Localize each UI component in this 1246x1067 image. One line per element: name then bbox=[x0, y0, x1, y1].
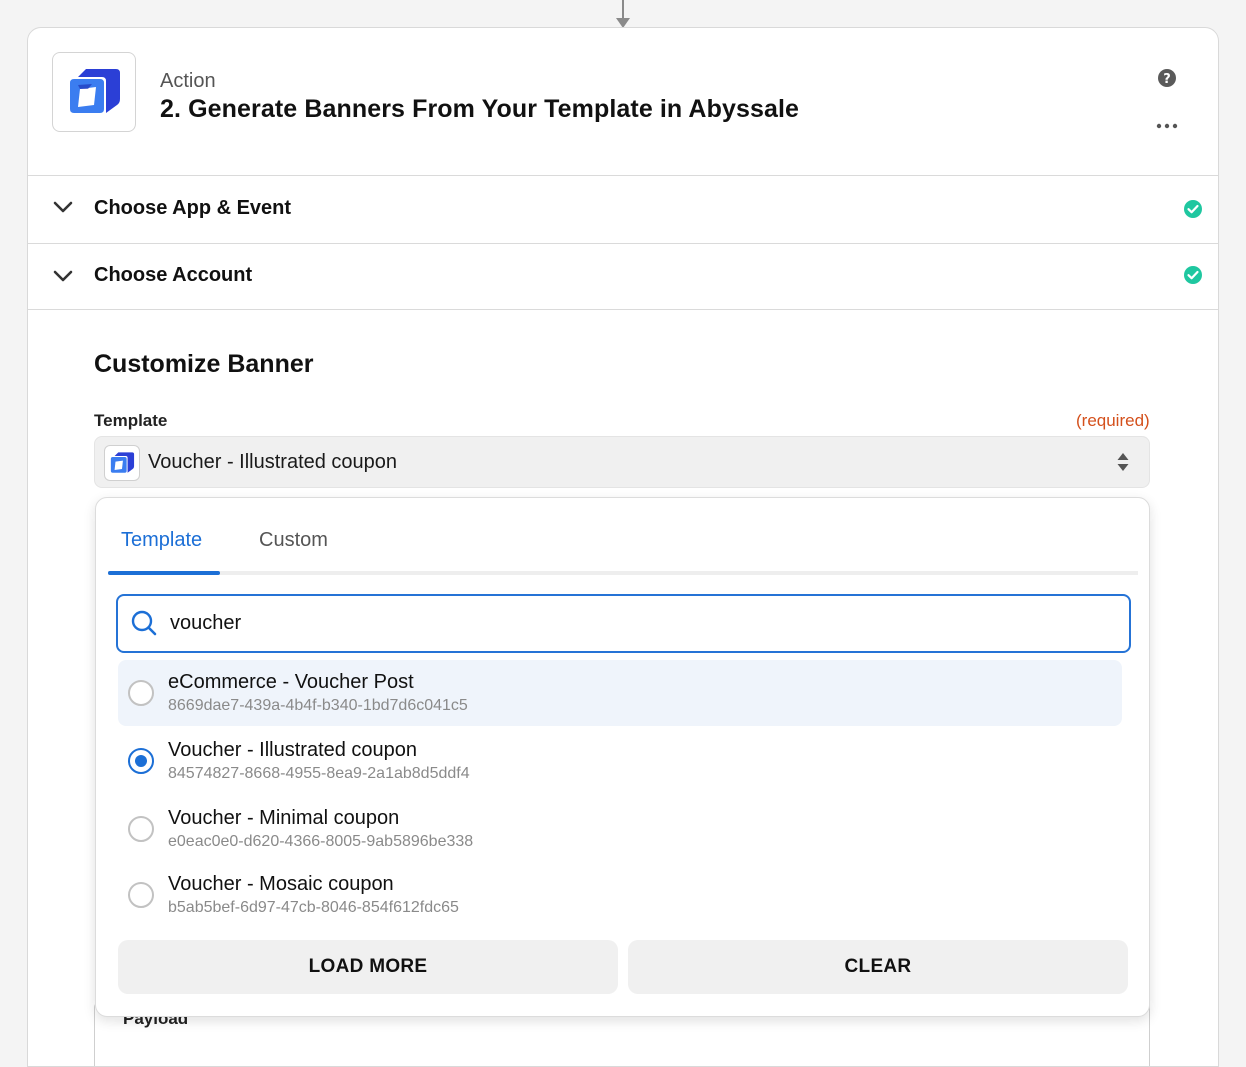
template-field-label: Template bbox=[94, 411, 168, 430]
step-kind-label: Action bbox=[160, 70, 216, 92]
abyssale-logo-icon bbox=[110, 452, 135, 473]
section-choose-account[interactable]: Choose Account bbox=[28, 244, 1218, 310]
template-option[interactable]: eCommerce - Voucher Post 8669dae7-439a-4… bbox=[118, 660, 1122, 726]
abyssale-logo bbox=[104, 445, 140, 481]
option-title: Voucher - Illustrated coupon bbox=[168, 739, 418, 761]
tab-custom[interactable]: Custom bbox=[259, 529, 328, 552]
required-indicator: (required) bbox=[1076, 411, 1150, 430]
option-id: e0eac0e0-d620-4366-8005-9ab5896be338 bbox=[168, 833, 474, 850]
tab-template[interactable]: Template bbox=[121, 529, 202, 552]
search-icon bbox=[131, 610, 157, 636]
option-id: b5ab5bef-6d97-47cb-8046-854f612fdc65 bbox=[168, 899, 459, 916]
radio-button[interactable] bbox=[128, 680, 154, 706]
sort-arrows-icon bbox=[1117, 453, 1129, 471]
template-option[interactable]: Voucher - Minimal coupon e0eac0e0-d620-4… bbox=[118, 796, 1122, 862]
help-circle-icon[interactable]: ? bbox=[1157, 68, 1177, 88]
option-title: eCommerce - Voucher Post bbox=[168, 671, 414, 693]
active-tab-indicator bbox=[108, 571, 220, 575]
flow-connector-line bbox=[622, 0, 624, 20]
chevron-down-icon bbox=[53, 270, 73, 282]
search-input[interactable] bbox=[170, 608, 1070, 638]
template-option[interactable]: Voucher - Mosaic coupon b5ab5bef-6d97-47… bbox=[118, 862, 1122, 928]
radio-button[interactable] bbox=[128, 816, 154, 842]
more-horizontal-icon[interactable] bbox=[1156, 122, 1178, 130]
section-label: Choose Account bbox=[94, 264, 253, 286]
option-id: 8669dae7-439a-4b4f-b340-1bd7d6c041c5 bbox=[168, 697, 468, 714]
check-circle-icon bbox=[1184, 200, 1202, 218]
template-dropdown-panel: Template Custom eCommerce - Voucher Post… bbox=[95, 497, 1150, 1017]
radio-button[interactable] bbox=[128, 882, 154, 908]
step-header: Action 2. Generate Banners From Your Tem… bbox=[28, 28, 1218, 176]
load-more-button[interactable]: LOAD MORE bbox=[118, 940, 618, 994]
abyssale-logo bbox=[52, 52, 136, 132]
abyssale-logo-icon bbox=[70, 69, 120, 113]
option-title: Voucher - Mosaic coupon bbox=[168, 873, 394, 895]
section-label: Choose App & Event bbox=[94, 197, 292, 219]
template-search-field[interactable] bbox=[116, 594, 1131, 653]
section-choose-app-event[interactable]: Choose App & Event bbox=[28, 176, 1218, 244]
clear-button[interactable]: CLEAR bbox=[628, 940, 1128, 994]
check-circle-icon bbox=[1184, 266, 1202, 284]
template-select-value: Voucher - Illustrated coupon bbox=[148, 451, 398, 473]
radio-button-selected[interactable] bbox=[128, 748, 154, 774]
dropdown-tabs: Template Custom bbox=[108, 498, 1138, 575]
svg-text:?: ? bbox=[1163, 72, 1171, 87]
option-title: Voucher - Minimal coupon bbox=[168, 807, 400, 829]
chevron-down-icon bbox=[53, 201, 73, 213]
action-step-card: Action 2. Generate Banners From Your Tem… bbox=[27, 27, 1219, 1067]
template-select[interactable]: Voucher - Illustrated coupon bbox=[94, 436, 1150, 488]
customize-heading: Customize Banner bbox=[94, 350, 314, 378]
step-title: 2. Generate Banners From Your Template i… bbox=[160, 95, 800, 123]
option-id: 84574827-8668-4955-8ea9-2a1ab8d5ddf4 bbox=[168, 765, 470, 782]
template-option[interactable]: Voucher - Illustrated coupon 84574827-86… bbox=[118, 728, 1122, 794]
